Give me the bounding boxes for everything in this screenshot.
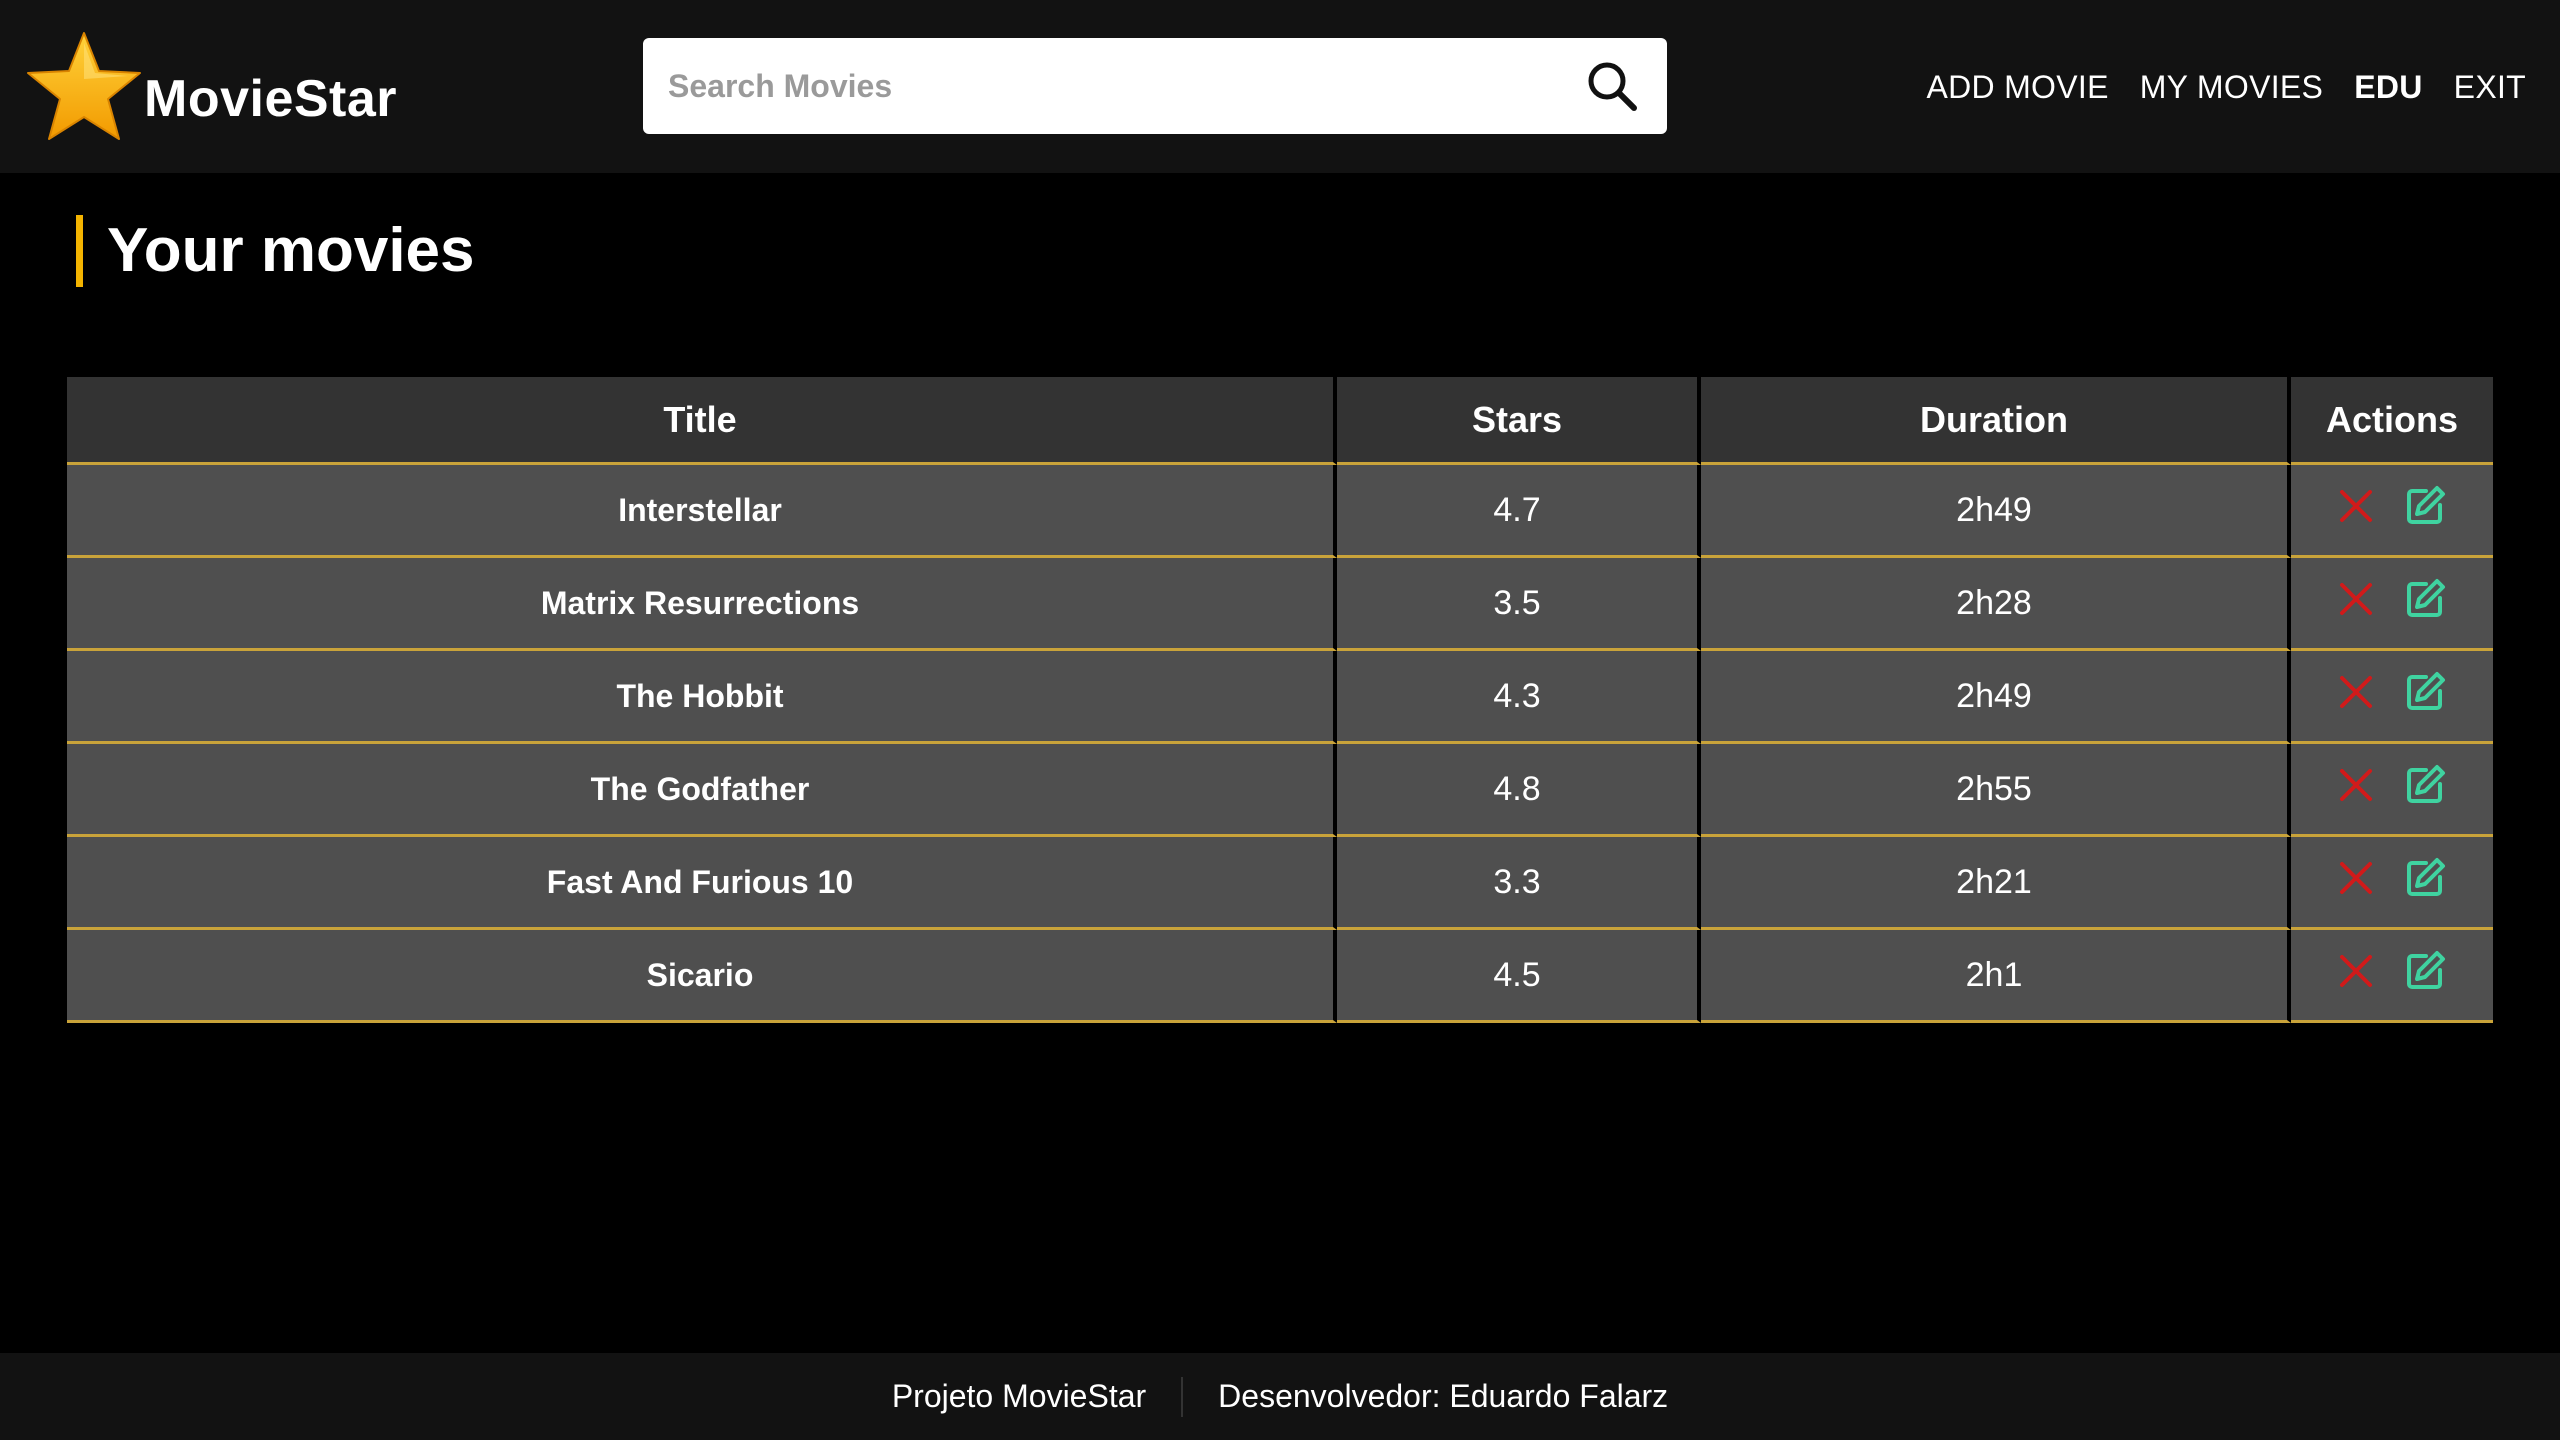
table-row: Interstellar 4.7 2h49 bbox=[67, 465, 2493, 558]
delete-icon bbox=[2338, 767, 2374, 803]
edit-icon bbox=[2404, 578, 2446, 620]
nav-my-movies[interactable]: MY MOVIES bbox=[2140, 69, 2323, 106]
top-navbar: MovieStar ADD MOVIE MY MOVIES EDU EXIT bbox=[0, 0, 2560, 173]
movies-table-container: Title Stars Duration Actions Interstella… bbox=[67, 377, 2493, 1023]
delete-button[interactable] bbox=[2338, 953, 2374, 989]
column-header-title: Title bbox=[67, 377, 1337, 465]
delete-button[interactable] bbox=[2338, 674, 2374, 710]
cell-stars: 4.3 bbox=[1337, 651, 1701, 744]
page-title: Your movies bbox=[76, 215, 475, 287]
table-row: Matrix Resurrections 3.5 2h28 bbox=[67, 558, 2493, 651]
nav-user-profile[interactable]: EDU bbox=[2354, 69, 2422, 106]
cell-stars: 4.5 bbox=[1337, 930, 1701, 1023]
delete-icon bbox=[2338, 953, 2374, 989]
cell-actions bbox=[2291, 651, 2493, 744]
cell-title: The Godfather bbox=[67, 744, 1337, 837]
search-icon bbox=[1584, 58, 1640, 114]
cell-stars: 3.5 bbox=[1337, 558, 1701, 651]
footer-developer: Desenvolvedor: Eduardo Falarz bbox=[1218, 1378, 1669, 1414]
edit-button[interactable] bbox=[2404, 578, 2446, 620]
table-row: The Godfather 4.8 2h55 bbox=[67, 744, 2493, 837]
column-header-stars: Stars bbox=[1337, 377, 1701, 465]
cell-duration: 2h28 bbox=[1701, 558, 2291, 651]
movies-table: Title Stars Duration Actions Interstella… bbox=[67, 377, 2493, 1023]
delete-button[interactable] bbox=[2338, 767, 2374, 803]
cell-actions bbox=[2291, 744, 2493, 837]
search-bar bbox=[643, 38, 1667, 134]
cell-duration: 2h55 bbox=[1701, 744, 2291, 837]
delete-icon bbox=[2338, 860, 2374, 896]
cell-duration: 2h49 bbox=[1701, 465, 2291, 558]
cell-title: The Hobbit bbox=[67, 651, 1337, 744]
cell-title: Fast And Furious 10 bbox=[67, 837, 1337, 930]
delete-icon bbox=[2338, 581, 2374, 617]
delete-button[interactable] bbox=[2338, 581, 2374, 617]
cell-stars: 4.7 bbox=[1337, 465, 1701, 558]
table-header-row: Title Stars Duration Actions bbox=[67, 377, 2493, 465]
edit-button[interactable] bbox=[2404, 857, 2446, 899]
column-header-duration: Duration bbox=[1701, 377, 2291, 465]
main-nav: ADD MOVIE MY MOVIES EDU EXIT bbox=[1926, 62, 2526, 112]
edit-button[interactable] bbox=[2404, 671, 2446, 713]
edit-icon bbox=[2404, 857, 2446, 899]
edit-button[interactable] bbox=[2404, 485, 2446, 527]
table-row: Sicario 4.5 2h1 bbox=[67, 930, 2493, 1023]
search-input[interactable] bbox=[643, 38, 1557, 134]
cell-duration: 2h21 bbox=[1701, 837, 2291, 930]
cell-actions bbox=[2291, 465, 2493, 558]
table-row: Fast And Furious 10 3.3 2h21 bbox=[67, 837, 2493, 930]
cell-title: Sicario bbox=[67, 930, 1337, 1023]
cell-title: Interstellar bbox=[67, 465, 1337, 558]
edit-icon bbox=[2404, 950, 2446, 992]
edit-icon bbox=[2404, 485, 2446, 527]
page-footer: Projeto MovieStar Desenvolvedor: Eduardo… bbox=[0, 1353, 2560, 1440]
edit-button[interactable] bbox=[2404, 950, 2446, 992]
footer-divider bbox=[1181, 1376, 1184, 1417]
edit-button[interactable] bbox=[2404, 764, 2446, 806]
cell-stars: 4.8 bbox=[1337, 744, 1701, 837]
delete-icon bbox=[2338, 674, 2374, 710]
star-logo-icon bbox=[24, 29, 144, 147]
edit-icon bbox=[2404, 671, 2446, 713]
delete-icon bbox=[2338, 488, 2374, 524]
column-header-actions: Actions bbox=[2291, 377, 2493, 465]
search-button[interactable] bbox=[1557, 38, 1667, 134]
brand-logo-link[interactable]: MovieStar bbox=[24, 28, 397, 148]
cell-actions bbox=[2291, 837, 2493, 930]
delete-button[interactable] bbox=[2338, 860, 2374, 896]
cell-actions bbox=[2291, 558, 2493, 651]
cell-stars: 3.3 bbox=[1337, 837, 1701, 930]
cell-title: Matrix Resurrections bbox=[67, 558, 1337, 651]
cell-actions bbox=[2291, 930, 2493, 1023]
cell-duration: 2h49 bbox=[1701, 651, 2291, 744]
brand-name: MovieStar bbox=[144, 70, 398, 128]
delete-button[interactable] bbox=[2338, 488, 2374, 524]
table-row: The Hobbit 4.3 2h49 bbox=[67, 651, 2493, 744]
cell-duration: 2h1 bbox=[1701, 930, 2291, 1023]
edit-icon bbox=[2404, 764, 2446, 806]
nav-exit[interactable]: EXIT bbox=[2454, 69, 2526, 106]
footer-project: Projeto MovieStar bbox=[891, 1378, 1147, 1414]
nav-add-movie[interactable]: ADD MOVIE bbox=[1926, 69, 2108, 106]
